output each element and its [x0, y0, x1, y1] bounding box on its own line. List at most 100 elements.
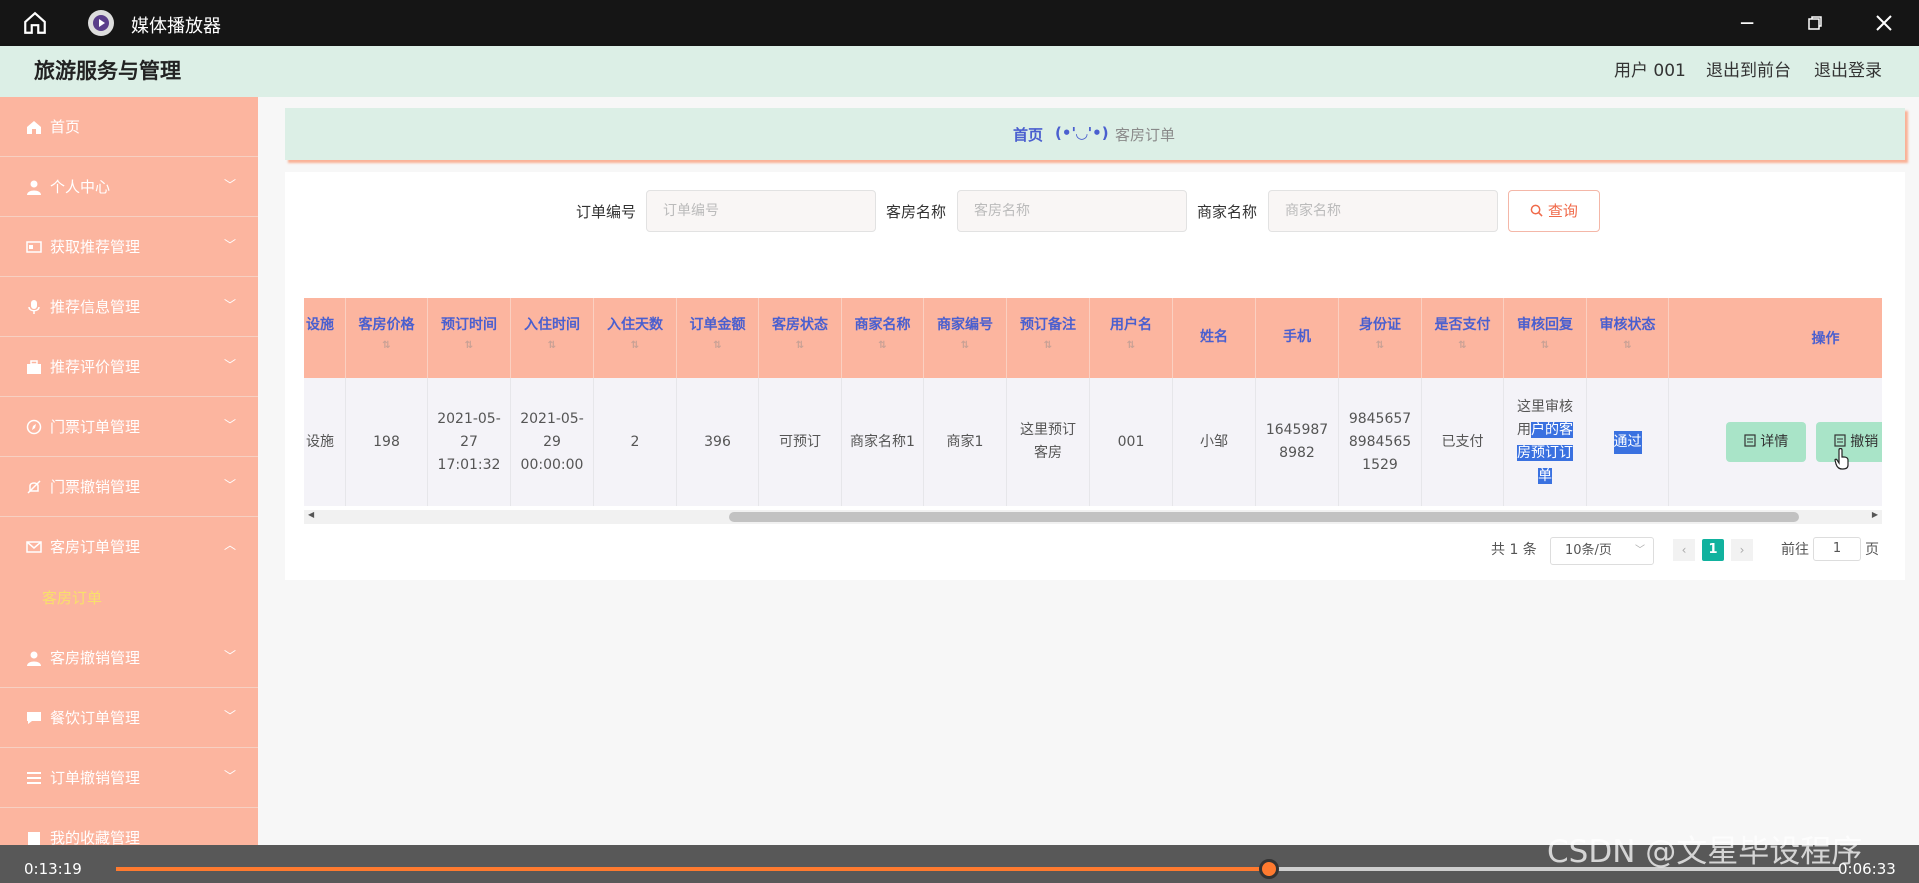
cancel-button-label: 撤销 — [1850, 434, 1879, 450]
col-header[interactable]: 用户名 ⇅ — [1090, 298, 1173, 378]
sidebar-item-ticket-cancel[interactable]: 门票撤销管理 ﹀ — [0, 457, 258, 517]
home-icon — [27, 121, 41, 134]
app-header: 旅游服务与管理 用户 001 退出到前台 退出登录 — [0, 46, 1919, 97]
orders-table: 设施 客房价格 ⇅ 预订时间 ⇅ 入住时间 ⇅ 入住天数 ⇅ 订单金额 ⇅ 客房状态 ⇅ 商… — [304, 298, 1882, 524]
sidebar-item-label: 首页 — [50, 118, 81, 136]
order-number-label: 订单编号 — [576, 203, 637, 221]
goto-page-input[interactable]: 1 — [1813, 537, 1861, 561]
table-row[interactable]: 设施 198 2021-05-27 17:01:32 2021-05-29 00… — [304, 378, 1882, 506]
cell-price: 198 — [346, 378, 428, 506]
sidebar-item-label: 推荐评价管理 — [50, 358, 141, 376]
col-header[interactable]: 审核回复 ⇅ — [1504, 298, 1587, 378]
sidebar: 首页 个人中心 ﹀ 获取推荐管理 ﹀ 推荐信息管理 ﹀ 推荐评价管理 ﹀ 门票订… — [0, 97, 258, 845]
col-header[interactable]: 订单金额 ⇅ — [677, 298, 759, 378]
window-title: 媒体播放器 — [131, 16, 221, 37]
logout-link[interactable]: 退出登录 — [1814, 56, 1882, 81]
cell-paid: 已支付 — [1422, 378, 1504, 506]
col-header[interactable]: 入住天数 ⇅ — [594, 298, 677, 378]
document-icon — [1834, 434, 1846, 447]
sidebar-item-personal-center[interactable]: 个人中心 ﹀ — [0, 157, 258, 217]
cell-audit-reply: 这里审核用户的客房预订订单 — [1504, 378, 1587, 506]
compass-icon — [26, 419, 42, 435]
chat-icon — [27, 712, 41, 724]
col-header[interactable]: 商家名称 ⇅ — [842, 298, 924, 378]
elapsed-time: 0:13:19 — [24, 860, 82, 878]
col-header[interactable]: 身份证 ⇅ — [1339, 298, 1422, 378]
id-card-icon — [26, 241, 42, 253]
scrollbar-thumb[interactable] — [729, 512, 1799, 522]
page-size-select[interactable]: 10条/页 ﹀ — [1550, 537, 1654, 565]
sidebar-item-recommend-info[interactable]: 推荐信息管理 ﹀ — [0, 277, 258, 337]
cell-room-status: 可预订 — [759, 378, 842, 506]
breadcrumb-current: 客房订单 — [1115, 126, 1176, 144]
col-header[interactable]: 姓名 — [1173, 298, 1256, 378]
sidebar-item-ticket-orders[interactable]: 门票订单管理 ﹀ — [0, 397, 258, 457]
col-header[interactable]: 客房状态 ⇅ — [759, 298, 842, 378]
scroll-left-icon[interactable]: ◀ — [308, 510, 314, 519]
sidebar-item-label: 门票订单管理 — [50, 418, 141, 436]
col-header[interactable]: 入住时间 ⇅ — [511, 298, 594, 378]
cell-username: 001 — [1090, 378, 1173, 506]
user-icon — [27, 651, 41, 666]
home-icon[interactable] — [22, 10, 48, 36]
cell-idcard: 984565789845651529 — [1339, 378, 1422, 506]
sidebar-item-label: 我的收藏管理 — [50, 829, 141, 845]
exit-to-front-link[interactable]: 退出到前台 — [1706, 56, 1791, 81]
col-header[interactable]: 设施 — [304, 298, 346, 378]
hand-cursor-icon — [1834, 448, 1849, 470]
sidebar-item-home[interactable]: 首页 — [0, 97, 258, 157]
clipboard-icon — [28, 832, 40, 845]
col-header[interactable]: 是否支付 ⇅ — [1422, 298, 1504, 378]
seek-handle[interactable] — [1258, 859, 1279, 879]
restore-button[interactable] — [1798, 8, 1832, 38]
breadcrumb-separator: (•'◡'•) — [1055, 124, 1109, 142]
next-page-button[interactable]: › — [1731, 539, 1753, 561]
audit-reply-text: 这里审核 — [1517, 399, 1573, 415]
page-1-button[interactable]: 1 — [1702, 539, 1724, 561]
cell-name: 小邹 — [1173, 378, 1256, 506]
sidebar-item-recommend-review[interactable]: 推荐评价管理 ﹀ — [0, 337, 258, 397]
chevron-down-icon: ﹀ — [223, 649, 236, 663]
sidebar-item-favorites[interactable]: 我的收藏管理 — [0, 808, 258, 845]
search-button[interactable]: 查询 — [1508, 190, 1600, 232]
search-icon — [1530, 204, 1543, 217]
merchant-name-input[interactable]: 商家名称 — [1268, 190, 1498, 232]
audit-status-text: 通过 — [1613, 430, 1642, 454]
sidebar-item-room-cancel[interactable]: 客房撤销管理 ﹀ — [0, 628, 258, 688]
close-button[interactable] — [1867, 8, 1901, 38]
prev-page-button[interactable]: ‹ — [1673, 539, 1695, 561]
col-header[interactable]: 审核状态 ⇅ — [1587, 298, 1669, 378]
order-number-input[interactable]: 订单编号 — [646, 190, 876, 232]
col-header[interactable]: 预订备注 ⇅ — [1007, 298, 1090, 378]
detail-button[interactable]: 详情 — [1726, 422, 1806, 462]
sidebar-item-dining-orders[interactable]: 餐饮订单管理 ﹀ — [0, 688, 258, 748]
chevron-down-icon: ﹀ — [1635, 545, 1645, 556]
sidebar-item-order-cancel[interactable]: 订单撤销管理 ﹀ — [0, 748, 258, 808]
col-header[interactable]: 预订时间 ⇅ — [428, 298, 511, 378]
bell-off-icon — [27, 480, 41, 494]
chevron-up-icon: ︿ — [223, 538, 236, 552]
room-name-input[interactable]: 客房名称 — [957, 190, 1187, 232]
media-player-logo-icon — [88, 10, 114, 36]
sidebar-subitem-room-orders[interactable]: 客房订单 — [0, 568, 258, 624]
breadcrumb-home-link[interactable]: 首页 — [1013, 124, 1043, 145]
scroll-right-icon[interactable]: ▶ — [1872, 510, 1878, 519]
chevron-down-icon: ﹀ — [223, 478, 236, 492]
pagination-total: 共 1 条 — [1491, 542, 1537, 558]
chevron-down-icon: ﹀ — [223, 418, 236, 432]
chevron-down-icon: ﹀ — [223, 769, 236, 783]
col-header[interactable]: 商家编号 ⇅ — [924, 298, 1007, 378]
chevron-down-icon: ﹀ — [223, 178, 236, 192]
list-icon — [27, 772, 41, 784]
cell-days: 2 — [594, 378, 677, 506]
window-titlebar: 媒体播放器 ─ — [0, 0, 1919, 46]
merchant-name-label: 商家名称 — [1197, 203, 1258, 221]
sidebar-item-get-recommend[interactable]: 获取推荐管理 ﹀ — [0, 217, 258, 277]
minimize-button[interactable]: ─ — [1730, 8, 1764, 38]
cell-book-time: 2021-05-27 17:01:32 — [428, 378, 511, 506]
col-header[interactable]: 手机 — [1256, 298, 1339, 378]
table-horizontal-scrollbar[interactable]: ◀ ▶ — [304, 510, 1882, 524]
col-header-actions: 操作 — [1811, 331, 1840, 347]
sidebar-item-label: 门票撤销管理 — [50, 478, 141, 496]
col-header[interactable]: 客房价格 ⇅ — [346, 298, 428, 378]
